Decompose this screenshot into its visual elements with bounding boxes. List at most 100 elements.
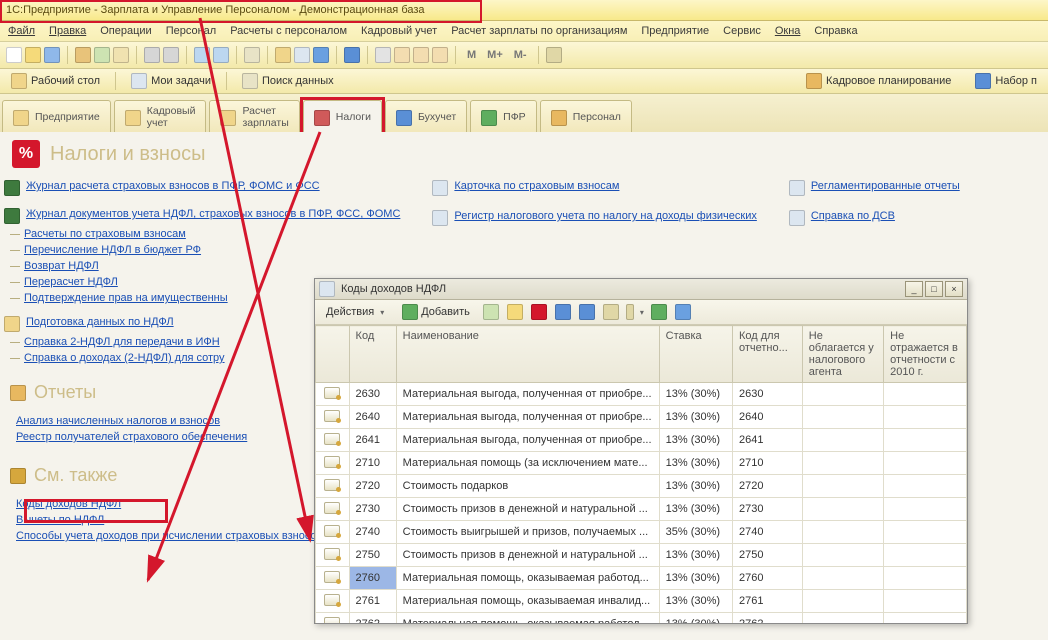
table-row[interactable]: 2720Стоимость подарков13% (30%)2720	[316, 475, 967, 498]
menu-operations[interactable]: Операции	[100, 25, 151, 37]
menu-enterprise[interactable]: Предприятие	[641, 25, 709, 37]
menu-service[interactable]: Сервис	[723, 25, 761, 37]
refresh-button[interactable]	[649, 302, 669, 322]
link-tax-register[interactable]: Регистр налогового учета по налогу на до…	[454, 210, 756, 222]
menu-windows[interactable]: Окна	[775, 25, 801, 37]
actions-menu[interactable]: Действия	[319, 304, 391, 320]
settings-icon[interactable]	[546, 47, 562, 63]
table-row[interactable]: 2630Материальная выгода, полученная от п…	[316, 383, 967, 406]
calendar2-icon[interactable]	[413, 47, 429, 63]
folder-icon[interactable]	[275, 47, 291, 63]
link-ndfl-prep[interactable]: Подготовка данных по НДФЛ	[26, 316, 174, 328]
move-button[interactable]	[577, 302, 597, 322]
edit-button[interactable]	[505, 302, 525, 322]
filter-button[interactable]	[601, 302, 621, 322]
menu-edit[interactable]: Правка	[49, 25, 86, 37]
menu-salary-org[interactable]: Расчет зарплаты по организациям	[451, 25, 627, 37]
help-button[interactable]	[673, 302, 693, 322]
col-header[interactable]: Код	[349, 326, 396, 383]
link-dsv[interactable]: Справка по ДСВ	[811, 210, 895, 222]
calendar-icon[interactable]	[394, 47, 410, 63]
link-insurance-calc[interactable]: Расчеты по страховым взносам	[24, 228, 186, 240]
mark-button[interactable]	[553, 302, 573, 322]
info-icon[interactable]	[313, 47, 329, 63]
desktop-button[interactable]: Рабочий стол	[4, 70, 107, 92]
col-header[interactable]: Наименование	[396, 326, 659, 383]
link-journal-ndfl[interactable]: Журнал документов учета НДФЛ, страховых …	[26, 208, 400, 220]
menu-help[interactable]: Справка	[814, 25, 857, 37]
tab-hr[interactable]: Кадровый учет	[114, 100, 207, 134]
table-row[interactable]: 2750Стоимость призов в денежной и натура…	[316, 544, 967, 567]
table-row[interactable]: 2730Стоимость призов в денежной и натура…	[316, 498, 967, 521]
table-row[interactable]: 2641Материальная выгода, полученная от п…	[316, 429, 967, 452]
table-row[interactable]: 2761Материальная помощь, оказываемая инв…	[316, 590, 967, 613]
col-header[interactable]: Ставка	[659, 326, 732, 383]
tab-salary[interactable]: Расчет зарплаты	[209, 100, 299, 134]
print-preview-icon[interactable]	[163, 47, 179, 63]
add-button[interactable]: Добавить	[395, 302, 477, 322]
tab-pfr[interactable]: ПФР	[470, 100, 537, 134]
col-header[interactable]	[316, 326, 350, 383]
my-tasks-button[interactable]: Мои задачи	[124, 70, 218, 92]
doc-icon[interactable]	[294, 47, 310, 63]
menu-payroll[interactable]: Расчеты с персоналом	[230, 25, 347, 37]
minimize-button[interactable]: _	[905, 281, 923, 297]
link-journal-insurance[interactable]: Журнал расчета страховых взносов в ПФР, …	[26, 180, 320, 192]
mem-mminus[interactable]: M-	[510, 49, 531, 61]
menu-file[interactable]: Файл	[8, 25, 35, 37]
mem-m[interactable]: M	[463, 49, 480, 61]
save-icon[interactable]	[44, 47, 60, 63]
calculator-icon[interactable]	[375, 47, 391, 63]
paste-icon[interactable]	[113, 47, 129, 63]
tab-personnel[interactable]: Персонал	[540, 100, 632, 134]
tab-accounting[interactable]: Бухучет	[385, 100, 467, 134]
mem-mplus[interactable]: M+	[483, 49, 507, 61]
new-icon[interactable]	[6, 47, 22, 63]
maximize-button[interactable]: □	[925, 281, 943, 297]
col-header[interactable]: Код для отчетно...	[732, 326, 802, 383]
print-icon[interactable]	[144, 47, 160, 63]
search-data-button[interactable]: Поиск данных	[235, 70, 341, 92]
more-button[interactable]	[625, 302, 645, 322]
link-ndfl-transfer[interactable]: Перечисление НДФЛ в бюджет РФ	[24, 244, 201, 256]
link-regulated-reports[interactable]: Регламентированные отчеты	[811, 180, 960, 192]
link-insurance-methods[interactable]: Способы учета доходов при исчислении стр…	[16, 530, 322, 542]
undo-icon[interactable]	[194, 47, 210, 63]
link-insurance-card[interactable]: Карточка по страховым взносам	[454, 180, 619, 192]
link-income-codes[interactable]: Коды доходов НДФЛ	[16, 498, 121, 510]
link-insurance-registry[interactable]: Реестр получателей страхового обеспечени…	[16, 431, 247, 443]
window-titlebar[interactable]: Коды доходов НДФЛ _ □ ×	[315, 279, 967, 300]
link-property-rights[interactable]: Подтверждение прав на имущественны	[24, 292, 228, 304]
income-codes-window: Коды доходов НДФЛ _ □ × Действия Добавит…	[314, 278, 968, 624]
delete-button[interactable]	[529, 302, 549, 322]
nabor-button[interactable]: Набор п	[968, 70, 1044, 92]
grid[interactable]: КодНаименованиеСтавкаКод для отчетно...Н…	[315, 325, 967, 623]
link-ndfl-return[interactable]: Возврат НДФЛ	[24, 260, 99, 272]
link-icon[interactable]	[344, 47, 360, 63]
col-header[interactable]: Не отражается в отчетности с 2010 г.	[884, 326, 967, 383]
link-ndfl-deductions[interactable]: Вычеты по НДФЛ	[16, 514, 104, 526]
tab-enterprise[interactable]: Предприятие	[2, 100, 111, 134]
link-ndfl-recalc[interactable]: Перерасчет НДФЛ	[24, 276, 118, 288]
link-2ndfl-employee[interactable]: Справка о доходах (2-НДФЛ) для сотру	[24, 352, 225, 364]
copy-row-button[interactable]	[481, 302, 501, 322]
close-button[interactable]: ×	[945, 281, 963, 297]
link-tax-analysis[interactable]: Анализ начисленных налогов и взносов	[16, 415, 220, 427]
table-row[interactable]: 2710Материальная помощь (за исключением …	[316, 452, 967, 475]
table-row[interactable]: 2640Материальная выгода, полученная от п…	[316, 406, 967, 429]
col-header[interactable]: Не облагается у налогового агента	[802, 326, 883, 383]
tab-taxes[interactable]: Налоги	[303, 100, 382, 134]
table-row[interactable]: 2740Стоимость выигрышей и призов, получа…	[316, 521, 967, 544]
hr-planning-button[interactable]: Кадровое планирование	[799, 70, 958, 92]
copy-icon[interactable]	[94, 47, 110, 63]
menu-personnel[interactable]: Персонал	[166, 25, 217, 37]
menu-hr[interactable]: Кадровый учет	[361, 25, 437, 37]
find-icon[interactable]	[244, 47, 260, 63]
calendar3-icon[interactable]	[432, 47, 448, 63]
table-row[interactable]: 2762Материальная помощь, оказываемая раб…	[316, 613, 967, 624]
redo-icon[interactable]	[213, 47, 229, 63]
table-row[interactable]: 2760Материальная помощь, оказываемая раб…	[316, 567, 967, 590]
link-2ndfl-ifns[interactable]: Справка 2-НДФЛ для передачи в ИФН	[24, 336, 220, 348]
open-icon[interactable]	[25, 47, 41, 63]
cut-icon[interactable]	[75, 47, 91, 63]
